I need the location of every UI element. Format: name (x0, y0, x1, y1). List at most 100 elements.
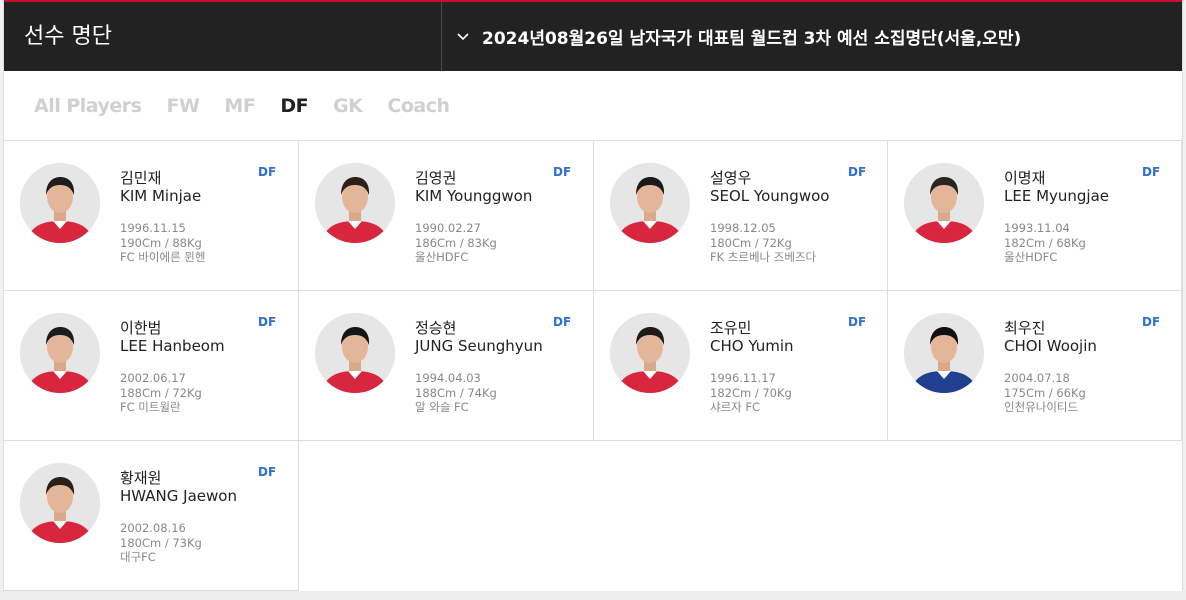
tab-all-players[interactable]: All Players (34, 95, 142, 117)
player-card[interactable]: DF 황재원 HWANG Jaewon 2002.08.16 180Cm / 73Kg 대… (4, 441, 299, 591)
player-photo (20, 313, 100, 393)
player-name-english: KIM Younggwon (415, 187, 533, 205)
position-badge: DF (848, 165, 867, 179)
player-photo (315, 313, 395, 393)
player-portrait (20, 163, 100, 243)
player-birthdate: 1998.12.05 (710, 221, 776, 235)
player-photo (904, 163, 984, 243)
player-name-english: CHOI Woojin (1004, 337, 1097, 355)
player-birthdate: 1990.02.27 (415, 221, 481, 235)
player-card[interactable]: DF 이명재 LEE Myungjae 1993.11.04 182Cm / 68Kg 울… (888, 141, 1182, 291)
tab-df[interactable]: DF (280, 95, 308, 117)
player-portrait (904, 313, 984, 393)
player-club: 샤르자 FC (710, 400, 761, 414)
page-title: 선수 명단 (4, 2, 442, 71)
position-badge: DF (1142, 165, 1161, 179)
player-card[interactable]: DF 김민재 KIM Minjae 1996.11.15 190Cm / 88Kg FC … (4, 141, 299, 291)
player-photo (315, 163, 395, 243)
player-club: 대구FC (120, 550, 156, 564)
player-name-korean: 최우진 (1004, 319, 1046, 337)
position-badge: DF (258, 315, 277, 329)
player-club: 알 와슬 FC (415, 400, 469, 414)
position-badge: DF (258, 165, 277, 179)
player-birthdate: 2002.08.16 (120, 521, 186, 535)
squad-selector-label: 2024년08월26일 남자국가 대표팀 월드컵 3차 예선 소집명단(서울,오… (482, 29, 1022, 49)
player-card[interactable]: DF 최우진 CHOI Woojin 2004.07.18 175Cm / 66Kg 인천… (888, 291, 1182, 441)
player-name-english: LEE Hanbeom (120, 337, 225, 355)
player-photo (610, 163, 690, 243)
player-name-english: HWANG Jaewon (120, 487, 237, 505)
player-club: FC 미트윌란 (120, 400, 181, 414)
player-name-english: JUNG Seunghyun (415, 337, 543, 355)
player-height-weight: 180Cm / 72Kg (710, 235, 792, 250)
player-info: 1998.12.05 180Cm / 72Kg FK 츠르베나 즈베즈다 (710, 221, 816, 265)
player-height-weight: 186Cm / 83Kg (415, 235, 497, 250)
player-name-korean: 황재원 (120, 469, 162, 487)
player-height-weight: 182Cm / 68Kg (1004, 235, 1086, 250)
page-footer-strip (0, 591, 1186, 600)
player-card[interactable]: DF 설영우 SEOL Youngwoo 1998.12.05 180Cm / 72Kg… (594, 141, 888, 291)
player-info: 1990.02.27 186Cm / 83Kg 울산HDFC (415, 221, 497, 265)
player-height-weight: 182Cm / 70Kg (710, 385, 792, 400)
player-portrait (904, 163, 984, 243)
player-height-weight: 188Cm / 72Kg (120, 385, 202, 400)
tab-mf[interactable]: MF (224, 95, 255, 117)
player-club: FC 바이에른 뮌헨 (120, 250, 206, 264)
player-card[interactable]: DF 김영권 KIM Younggwon 1990.02.27 186Cm / 83Kg… (299, 141, 594, 291)
position-badge: DF (553, 315, 572, 329)
player-birthdate: 1994.04.03 (415, 371, 481, 385)
position-badge: DF (258, 465, 277, 479)
player-info: 2004.07.18 175Cm / 66Kg 인천유나이티드 (1004, 371, 1086, 415)
player-birthdate: 1996.11.15 (120, 221, 186, 235)
player-info: 1993.11.04 182Cm / 68Kg 울산HDFC (1004, 221, 1086, 265)
player-name-korean: 조유민 (710, 319, 752, 337)
roster-header: 선수 명단 2024년08월26일 남자국가 대표팀 월드컵 3차 예선 소집명… (4, 2, 1182, 71)
player-name-korean: 설영우 (710, 169, 752, 187)
player-height-weight: 180Cm / 73Kg (120, 535, 202, 550)
player-club: 인천유나이티드 (1004, 400, 1079, 414)
position-filter-tabs: All Players FW MF DF GK Coach (4, 71, 1182, 141)
player-portrait (610, 163, 690, 243)
player-name-english: CHO Yumin (710, 337, 794, 355)
player-name-english: SEOL Youngwoo (710, 187, 830, 205)
player-height-weight: 188Cm / 74Kg (415, 385, 497, 400)
player-height-weight: 175Cm / 66Kg (1004, 385, 1086, 400)
player-photo (20, 463, 100, 543)
player-birthdate: 2002.06.17 (120, 371, 186, 385)
player-height-weight: 190Cm / 88Kg (120, 235, 202, 250)
player-name-korean: 김민재 (120, 169, 162, 187)
player-portrait (315, 313, 395, 393)
player-club: 울산HDFC (1004, 250, 1058, 264)
player-info: 2002.06.17 188Cm / 72Kg FC 미트윌란 (120, 371, 202, 415)
player-portrait (315, 163, 395, 243)
player-card[interactable]: DF 이한범 LEE Hanbeom 2002.06.17 188Cm / 72Kg FC… (4, 291, 299, 441)
tab-fw[interactable]: FW (166, 95, 199, 117)
squad-selector[interactable]: 2024년08월26일 남자국가 대표팀 월드컵 3차 예선 소집명단(서울,오… (442, 2, 1182, 71)
player-photo (610, 313, 690, 393)
player-birthdate: 1993.11.04 (1004, 221, 1070, 235)
player-club: 울산HDFC (415, 250, 469, 264)
position-badge: DF (848, 315, 867, 329)
player-birthdate: 1996.11.17 (710, 371, 776, 385)
player-info: 1994.04.03 188Cm / 74Kg 알 와슬 FC (415, 371, 497, 415)
tab-coach[interactable]: Coach (387, 95, 450, 117)
player-name-korean: 이한범 (120, 319, 162, 337)
position-badge: DF (553, 165, 572, 179)
player-name-korean: 정승현 (415, 319, 457, 337)
position-badge: DF (1142, 315, 1161, 329)
tab-gk[interactable]: GK (333, 95, 363, 117)
player-roster-panel: 선수 명단 2024년08월26일 남자국가 대표팀 월드컵 3차 예선 소집명… (3, 0, 1183, 591)
player-card[interactable]: DF 정승현 JUNG Seunghyun 1994.04.03 188Cm / 74K… (299, 291, 594, 441)
player-portrait (20, 313, 100, 393)
player-info: 1996.11.17 182Cm / 70Kg 샤르자 FC (710, 371, 792, 415)
player-card[interactable]: DF 조유민 CHO Yumin 1996.11.17 182Cm / 70Kg 샤르자 … (594, 291, 888, 441)
player-name-korean: 이명재 (1004, 169, 1046, 187)
player-birthdate: 2004.07.18 (1004, 371, 1070, 385)
player-info: 2002.08.16 180Cm / 73Kg 대구FC (120, 521, 202, 565)
chevron-down-icon (457, 32, 469, 40)
player-info: 1996.11.15 190Cm / 88Kg FC 바이에른 뮌헨 (120, 221, 205, 265)
player-club: FK 츠르베나 즈베즈다 (710, 250, 817, 264)
player-portrait (20, 463, 100, 543)
player-photo (904, 313, 984, 393)
player-name-korean: 김영권 (415, 169, 457, 187)
